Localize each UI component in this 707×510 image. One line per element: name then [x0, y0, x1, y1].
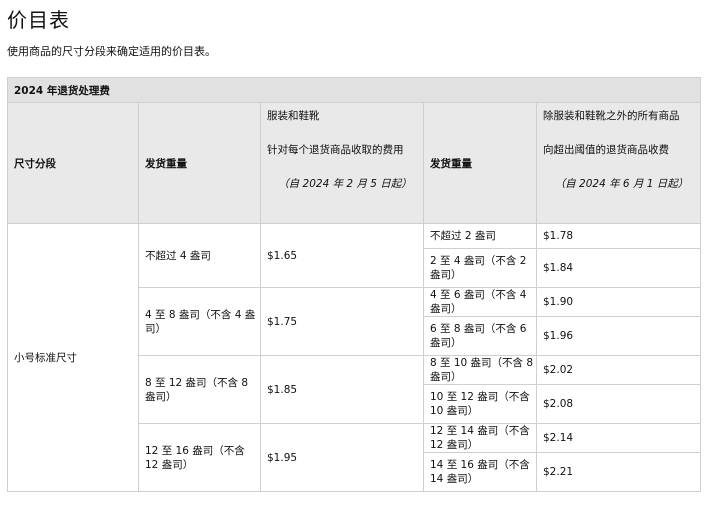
ship-weight-cell: 不超过 4 盎司	[138, 223, 261, 288]
page: 价目表 使用商品的尺寸分段来确定适用的价目表。 2024 年退货处理费 尺寸分段…	[0, 0, 707, 510]
other-fee-cell: $2.14	[536, 423, 701, 453]
table-row: 小号标准尺寸 不超过 4 盎司 $1.65 不超过 2 盎司 $1.78	[7, 223, 701, 492]
detail-weight-cell: 4 至 6 盎司（不含 4 盎司）	[423, 287, 537, 317]
header-other-desc: 向超出阈值的退货商品收费	[543, 144, 669, 156]
ship-weight-cell: 12 至 16 盎司（不含 12 盎司）	[138, 423, 261, 492]
page-title: 价目表	[7, 8, 70, 32]
table-header-row: 尺寸分段 发货重量 服装和鞋靴 针对每个退货商品收取的费用 （自 2024 年 …	[7, 102, 701, 224]
header-other-title: 除服装和鞋靴之外的所有商品	[543, 110, 680, 122]
header-other-fee: 除服装和鞋靴之外的所有商品 向超出阈值的退货商品收费 （自 2024 年 6 月…	[536, 102, 701, 224]
header-apparel-title: 服装和鞋靴	[267, 110, 320, 122]
header-other-date: （自 2024 年 6 月 1 日起）	[554, 178, 689, 190]
size-tier-cell: 小号标准尺寸	[7, 223, 139, 492]
detail-weight-cell: 不超过 2 盎司	[423, 223, 537, 249]
apparel-fee-cell: $1.75	[260, 287, 424, 356]
detail-weight-cell: 12 至 14 盎司（不含 12 盎司）	[423, 423, 537, 453]
page-subtitle: 使用商品的尺寸分段来确定适用的价目表。	[7, 45, 216, 58]
header-size-tier: 尺寸分段	[7, 102, 139, 224]
ship-weight-cell: 4 至 8 盎司（不含 4 盎司）	[138, 287, 261, 356]
header-apparel-desc: 针对每个退货商品收取的费用	[267, 144, 404, 156]
ship-weight-cell: 8 至 12 盎司（不含 8 盎司）	[138, 355, 261, 424]
apparel-fee-cell: $1.95	[260, 423, 424, 492]
fee-table: 2024 年退货处理费 尺寸分段 发货重量 服装和鞋靴 针对每个退货商品收取的费…	[7, 77, 701, 492]
detail-weight-cell: 6 至 8 盎司（不含 6 盎司）	[423, 316, 537, 356]
other-fee-cell: $2.02	[536, 355, 701, 385]
apparel-fee-cell: $1.65	[260, 223, 424, 288]
table-body: 小号标准尺寸 不超过 4 盎司 $1.65 不超过 2 盎司 $1.78 2 至 4 盎司…	[7, 223, 701, 492]
other-fee-cell: $2.08	[536, 384, 701, 424]
other-fee-cell: $1.96	[536, 316, 701, 356]
detail-weight-cell: 2 至 4 盎司（不含 2 盎司）	[423, 248, 537, 288]
other-fee-cell: $2.21	[536, 452, 701, 492]
apparel-fee-cell: $1.85	[260, 355, 424, 424]
other-fee-cell: $1.90	[536, 287, 701, 317]
other-fee-cell: $1.84	[536, 248, 701, 288]
header-apparel-fee: 服装和鞋靴 针对每个退货商品收取的费用 （自 2024 年 2 月 5 日起）	[260, 102, 424, 224]
header-ship-weight: 发货重量	[138, 102, 261, 224]
detail-weight-cell: 8 至 10 盎司（不含 8 盎司）	[423, 355, 537, 385]
detail-weight-cell: 10 至 12 盎司（不含 10 盎司）	[423, 384, 537, 424]
table-caption: 2024 年退货处理费	[7, 77, 701, 103]
detail-weight-cell: 14 至 16 盎司（不含 14 盎司）	[423, 452, 537, 492]
header-ship-weight-detail: 发货重量	[423, 102, 537, 224]
table-caption-row: 2024 年退货处理费	[7, 77, 701, 103]
other-fee-cell: $1.78	[536, 223, 701, 249]
header-apparel-date: （自 2024 年 2 月 5 日起）	[278, 178, 412, 190]
